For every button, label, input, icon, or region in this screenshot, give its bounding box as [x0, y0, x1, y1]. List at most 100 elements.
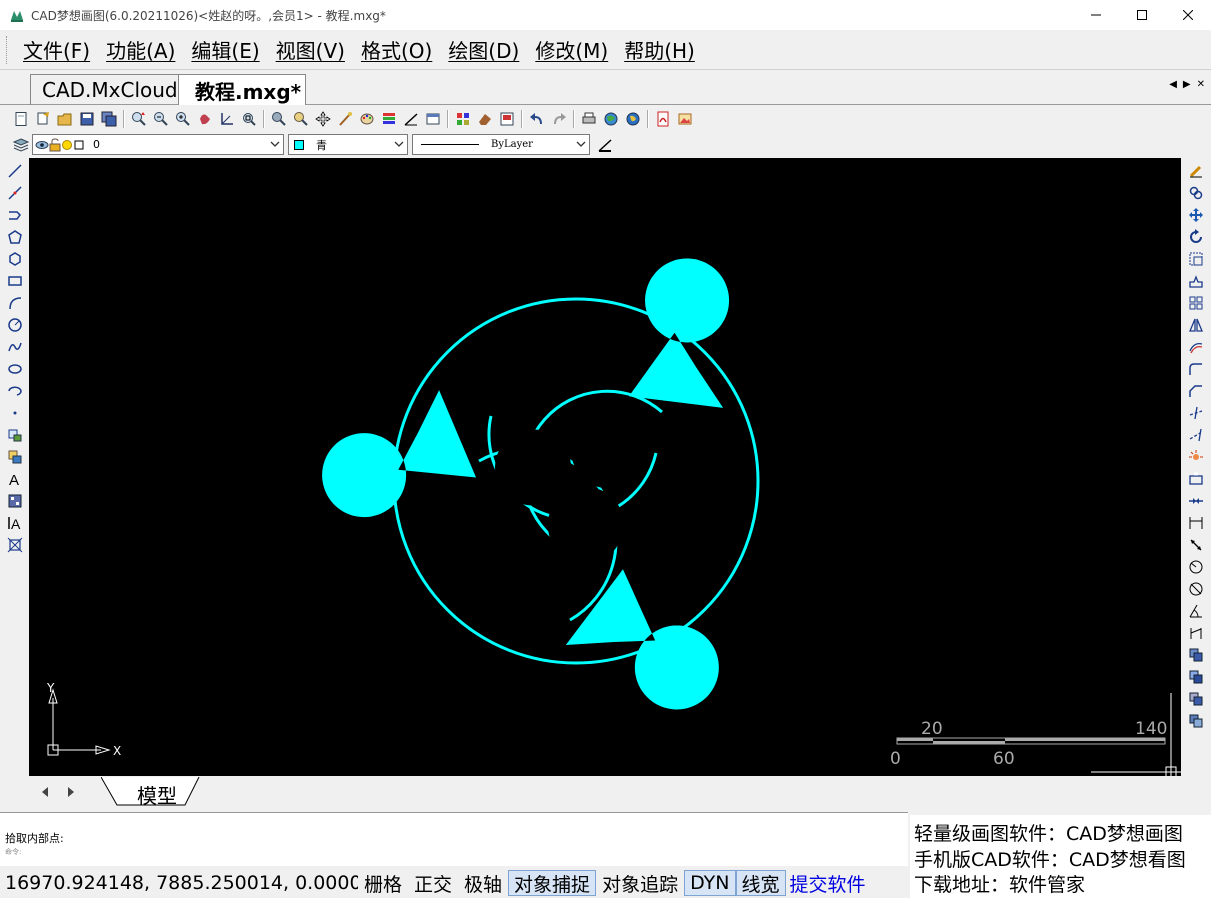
array-button[interactable]: [1184, 292, 1208, 314]
color-dropdown[interactable]: 青: [288, 134, 408, 155]
undo-button[interactable]: [526, 108, 548, 130]
trim-button[interactable]: [1184, 402, 1208, 424]
layer-dropdown[interactable]: 0: [32, 134, 284, 155]
otrack-toggle[interactable]: 对象追踪: [596, 870, 684, 896]
menu-file[interactable]: 文件(F): [15, 35, 98, 64]
break-button[interactable]: [1184, 468, 1208, 490]
extend-button[interactable]: [1184, 424, 1208, 446]
mirror-button[interactable]: [1184, 314, 1208, 336]
minimize-button[interactable]: [1073, 0, 1119, 30]
match-properties-button[interactable]: [334, 108, 356, 130]
explode-button[interactable]: [1184, 446, 1208, 468]
online-button[interactable]: [622, 108, 644, 130]
draw-arc-button[interactable]: [3, 292, 27, 314]
layer-isolate-button[interactable]: [1184, 666, 1208, 688]
command-line[interactable]: 拾取内部点: 命令:: [0, 812, 908, 866]
draw-xline-button[interactable]: [3, 182, 27, 204]
layer-previous-button[interactable]: [1184, 644, 1208, 666]
ucs-button[interactable]: [216, 108, 238, 130]
menu-draw[interactable]: 绘图(D): [440, 35, 527, 64]
draw-pentagon-button[interactable]: [3, 248, 27, 270]
draw-polyline-button[interactable]: [3, 204, 27, 226]
dim-ordinate-button[interactable]: [1184, 622, 1208, 644]
move-tool-button[interactable]: [1184, 204, 1208, 226]
tab-close-icon[interactable]: ✕: [1197, 79, 1205, 90]
cloud-button[interactable]: [600, 108, 622, 130]
submit-software-link[interactable]: 提交软件: [786, 870, 866, 897]
zoom-realtime-button[interactable]: [128, 108, 150, 130]
print-button[interactable]: [578, 108, 600, 130]
zoom-window-button[interactable]: [238, 108, 260, 130]
draw-ellipse-button[interactable]: [3, 358, 27, 380]
erase-button[interactable]: [474, 108, 496, 130]
menu-edit[interactable]: 编辑(E): [183, 35, 267, 64]
dim-aligned-button[interactable]: [1184, 534, 1208, 556]
layout-next-button[interactable]: [61, 782, 81, 802]
print-preview-button[interactable]: [496, 108, 518, 130]
rotate-button[interactable]: [1184, 226, 1208, 248]
draw-line-button[interactable]: [3, 160, 27, 182]
save-all-button[interactable]: [98, 108, 120, 130]
fillet-button[interactable]: [1184, 358, 1208, 380]
grid-toggle[interactable]: 栅格: [358, 870, 408, 896]
join-button[interactable]: [1184, 490, 1208, 512]
dim-angular-button[interactable]: [1184, 600, 1208, 622]
lineweight-toggle[interactable]: 线宽: [735, 870, 786, 896]
zoom-in-button[interactable]: [172, 108, 194, 130]
tab-scroll-right-icon[interactable]: ▶: [1183, 79, 1191, 90]
layer-properties-button[interactable]: [10, 134, 32, 156]
dim-linear-button[interactable]: [1184, 512, 1208, 534]
dim-diameter-button[interactable]: [1184, 578, 1208, 600]
erase-tool-button[interactable]: [1184, 160, 1208, 182]
dim-radius-button[interactable]: [1184, 556, 1208, 578]
hatch-pattern-button[interactable]: [452, 108, 474, 130]
table-button[interactable]: [3, 534, 27, 556]
hatch-button[interactable]: [3, 490, 27, 512]
lineweight-button[interactable]: [594, 134, 616, 156]
window-button[interactable]: [422, 108, 444, 130]
drawing-canvas[interactable]: Y X 20 140 0 60: [29, 158, 1181, 776]
layer-off-button[interactable]: [1184, 710, 1208, 732]
layout-prev-button[interactable]: [35, 782, 55, 802]
zoom-previous-button[interactable]: [290, 108, 312, 130]
tab-model[interactable]: 模型: [101, 777, 211, 808]
mtext-button[interactable]: A: [3, 512, 27, 534]
redo-button[interactable]: [548, 108, 570, 130]
open-file-button[interactable]: [32, 108, 54, 130]
menu-function[interactable]: 功能(A): [98, 35, 183, 64]
linetype-button[interactable]: [400, 108, 422, 130]
menu-format[interactable]: 格式(O): [353, 35, 440, 64]
save-button[interactable]: [76, 108, 98, 130]
tab-scroll-left-icon[interactable]: ◀: [1169, 79, 1177, 90]
pan-button[interactable]: [194, 108, 216, 130]
polar-toggle[interactable]: 极轴: [458, 870, 508, 896]
menu-modify[interactable]: 修改(M): [527, 35, 616, 64]
menu-help[interactable]: 帮助(H): [616, 35, 703, 64]
dyn-toggle[interactable]: DYN: [684, 870, 736, 896]
maximize-button[interactable]: [1119, 0, 1165, 30]
draw-point-button[interactable]: [3, 402, 27, 424]
draw-spline-button[interactable]: [3, 336, 27, 358]
zoom-extents-button[interactable]: [268, 108, 290, 130]
ortho-toggle[interactable]: 正交: [408, 870, 458, 896]
draw-rectangle-button[interactable]: [3, 270, 27, 292]
copy-button[interactable]: [1184, 182, 1208, 204]
export-image-button[interactable]: [674, 108, 696, 130]
layer-manager-button[interactable]: [378, 108, 400, 130]
offset-button[interactable]: [1184, 336, 1208, 358]
draw-polygon-button[interactable]: [3, 226, 27, 248]
export-pdf-button[interactable]: [652, 108, 674, 130]
linetype-dropdown[interactable]: ByLayer: [412, 134, 590, 155]
close-button[interactable]: [1165, 0, 1211, 30]
chamfer-button[interactable]: [1184, 380, 1208, 402]
tab-tutorial-drawing[interactable]: 教程.mxg*: [178, 74, 306, 105]
zoom-out-button[interactable]: [150, 108, 172, 130]
scale-button[interactable]: [1184, 248, 1208, 270]
menu-view[interactable]: 视图(V): [268, 35, 353, 64]
command-input[interactable]: 命令:: [5, 847, 21, 857]
layer-freeze-button[interactable]: [1184, 688, 1208, 710]
make-block-button[interactable]: [3, 446, 27, 468]
open-recent-button[interactable]: [54, 108, 76, 130]
text-button[interactable]: A: [3, 468, 27, 490]
insert-block-button[interactable]: [3, 424, 27, 446]
